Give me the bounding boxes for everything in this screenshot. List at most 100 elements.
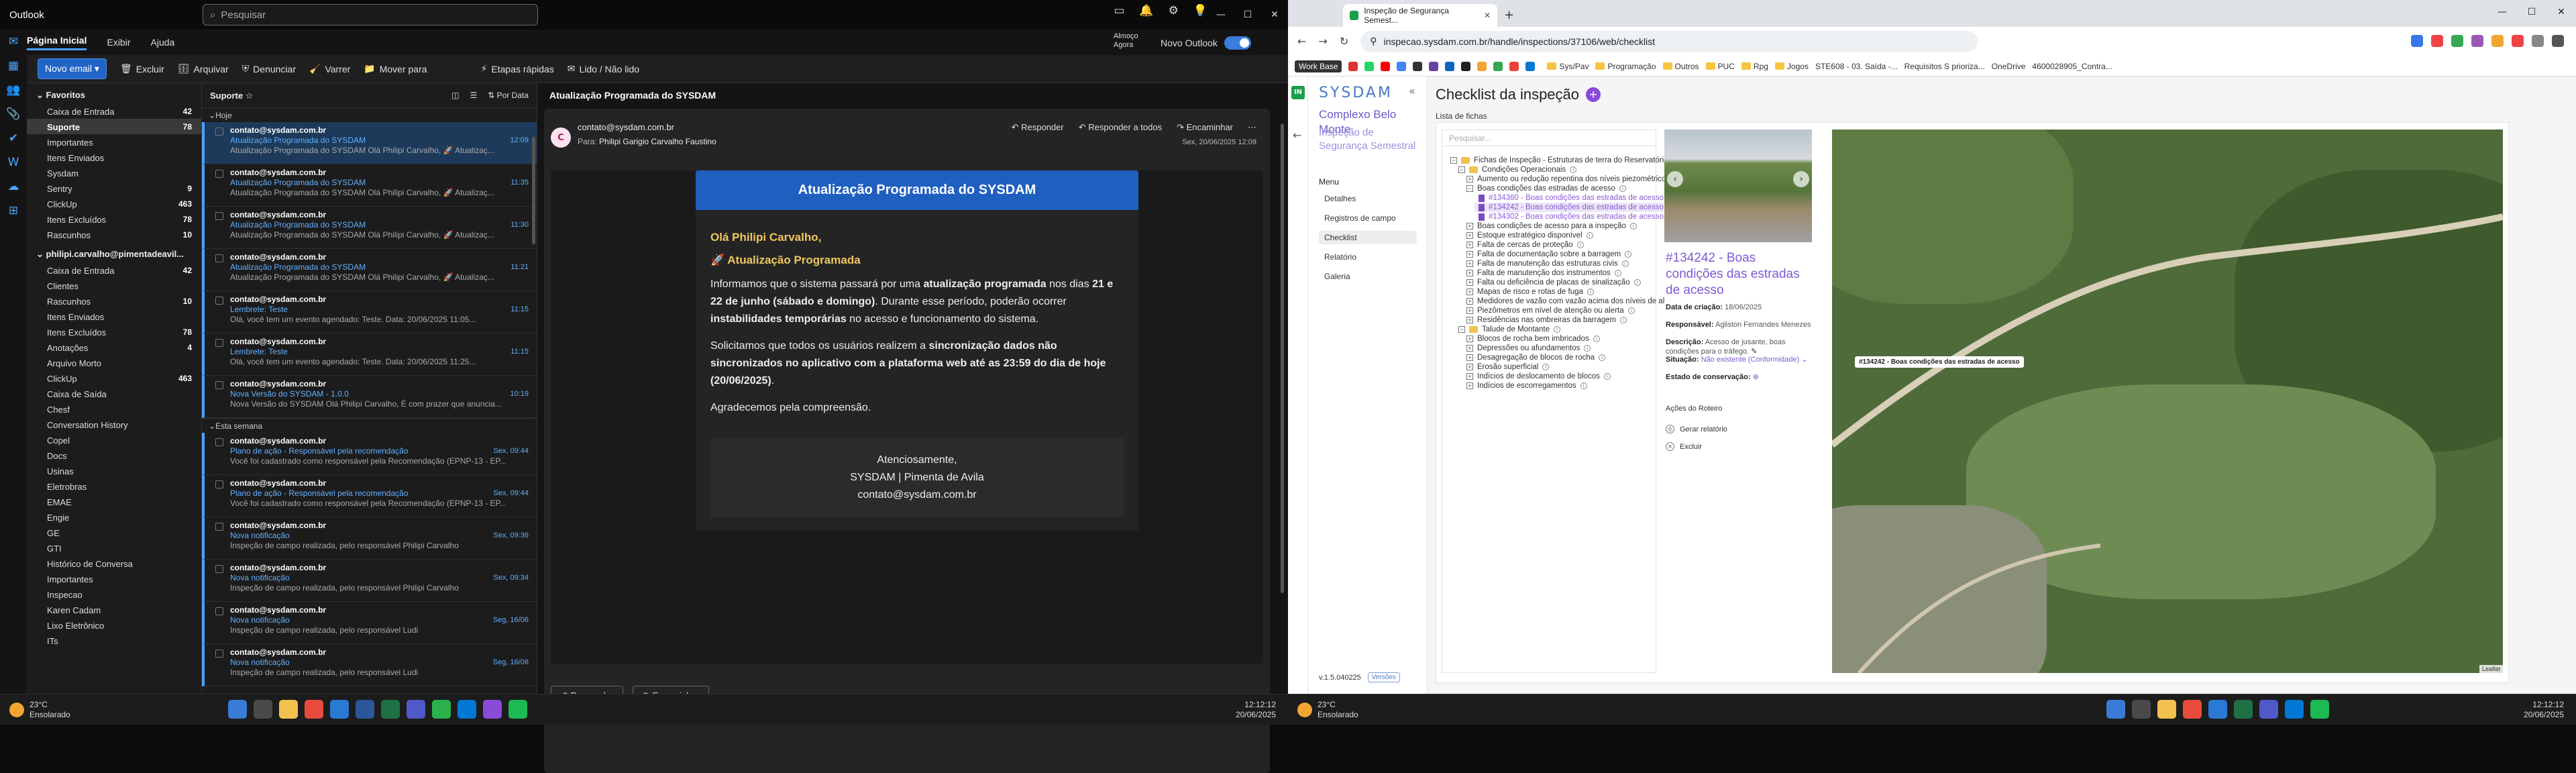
expand-toggle-icon[interactable]: +	[1466, 251, 1473, 258]
tab-help[interactable]: Ajuda	[151, 37, 175, 48]
bookmark-icon[interactable]	[1348, 61, 1358, 71]
expand-toggle-icon[interactable]: +	[1466, 317, 1473, 323]
folder-item[interactable]: Histórico de Conversa	[27, 556, 201, 571]
new-outlook-toggle[interactable]: Novo Outlook	[1161, 36, 1251, 50]
forward-button[interactable]: ↷ Encaminhar	[1177, 122, 1233, 133]
browser-tab[interactable]: Inspeção de Segurança Semest... ✕	[1343, 4, 1497, 27]
inspection-photo[interactable]: ‹ ›	[1664, 130, 1812, 242]
toggle-switch[interactable]	[1224, 36, 1251, 50]
new-tab-icon[interactable]: +	[1504, 9, 1514, 21]
expand-toggle-icon[interactable]: +	[1466, 232, 1473, 239]
bookmark-icon[interactable]	[1397, 61, 1407, 71]
file-explorer-icon[interactable]	[2157, 700, 2176, 719]
versions-button[interactable]: Versões	[1367, 672, 1400, 682]
site-info-icon[interactable]: ⚲	[1370, 37, 1377, 46]
folder-item[interactable]: Karen Cadam	[27, 602, 201, 617]
file-explorer-icon[interactable]	[279, 700, 298, 719]
new-mail-button[interactable]: Novo email ▾	[38, 58, 107, 79]
spotify-icon[interactable]	[2310, 700, 2329, 719]
search-taskbar-icon[interactable]	[2132, 700, 2151, 719]
info-icon[interactable]: i	[1627, 307, 1635, 314]
folder-item[interactable]: Inspecao	[27, 586, 201, 602]
chrome-minimize-icon[interactable]: —	[2487, 0, 2517, 24]
calendar-icon[interactable]: ▦	[0, 54, 27, 78]
bookmark-icon[interactable]	[1461, 61, 1471, 71]
select-checkbox[interactable]	[215, 607, 223, 615]
bookmark-workbase[interactable]: Work Base	[1295, 60, 1342, 72]
favorites-group[interactable]: ⌄ Favoritos	[27, 83, 201, 103]
select-checkbox[interactable]	[215, 297, 223, 305]
bookmark-link[interactable]: Requisitos S prioriza...	[1904, 62, 1985, 71]
expand-toggle-icon[interactable]: −	[1458, 166, 1465, 173]
info-icon[interactable]: i	[1586, 232, 1593, 239]
folder-item[interactable]: Copel	[27, 432, 201, 448]
info-icon[interactable]: i	[1554, 326, 1561, 333]
tree-node[interactable]: + Falta ou deficiência de placas de sinal…	[1466, 278, 1641, 287]
folder-item[interactable]: Engie	[27, 509, 201, 525]
chrome-icon[interactable]	[2183, 700, 2202, 719]
bookmark-icon[interactable]	[1509, 61, 1519, 71]
bookmark-folder[interactable]: Programação	[1595, 62, 1656, 71]
generate-report-button[interactable]: ⎙ Gerar relatório	[1666, 425, 1727, 433]
tree-node[interactable]: + Falta de documentação sobre a barragem i	[1466, 250, 1632, 259]
bookmark-icon[interactable]	[1413, 61, 1423, 71]
expand-toggle-icon[interactable]: +	[1466, 382, 1473, 389]
folder-item[interactable]: Docs	[27, 448, 201, 463]
expand-toggle-icon[interactable]: +	[1466, 242, 1473, 248]
folder-item[interactable]: Clientes	[27, 278, 201, 293]
bookmark-folder[interactable]: Sys/Pav	[1547, 62, 1589, 71]
message-item[interactable]: contato@sysdam.com.br Nova notificação Ins…	[202, 602, 537, 644]
expand-toggle-icon[interactable]: −	[1450, 157, 1457, 164]
tree-node[interactable]: + Boas condições de acesso para a inspeçã…	[1466, 221, 1637, 231]
star-icon[interactable]: ☆	[246, 92, 254, 101]
expand-toggle-icon[interactable]: +	[1466, 364, 1473, 370]
folder-item[interactable]: Suporte 78	[27, 119, 201, 134]
select-checkbox[interactable]	[215, 565, 223, 573]
info-icon[interactable]: i	[1620, 317, 1627, 323]
message-item[interactable]: contato@sysdam.com.br Atualização Program…	[202, 164, 537, 207]
expand-toggle-icon[interactable]: +	[1466, 307, 1473, 314]
tree-node[interactable]: #134242 - Boas condições das estradas de…	[1474, 203, 1664, 212]
message-item[interactable]: contato@sysdam.com.br Nova Versão do SYSD…	[202, 376, 537, 418]
status-indicator[interactable]: Almoço Agora	[1114, 32, 1138, 50]
map-marker-tooltip[interactable]: #134242 - Boas condições das estradas de…	[1855, 356, 2024, 368]
collapse-icon[interactable]: «	[1409, 86, 1415, 97]
folder-item[interactable]: Caixa de Saída	[27, 386, 201, 401]
folder-item[interactable]: Sentry 9	[27, 181, 201, 196]
map-attribution[interactable]: Leaflet	[2479, 665, 2503, 673]
reload-icon[interactable]: ↻	[1340, 36, 1348, 47]
url-input[interactable]: ⚲ inspecao.sysdam.com.br/handle/inspecti…	[1360, 31, 1978, 52]
tree-node[interactable]: − Boas condições das estradas de acesso i	[1466, 184, 1626, 193]
select-icon[interactable]: ◫	[451, 91, 459, 100]
expand-toggle-icon[interactable]: −	[1466, 185, 1473, 192]
close-icon[interactable]: ✕	[1261, 0, 1288, 30]
folder-item[interactable]: Itens Enviados	[27, 150, 201, 165]
tree-node[interactable]: − Condições Operacionais i	[1458, 165, 1577, 174]
info-icon[interactable]: i	[1584, 345, 1591, 352]
menu-item[interactable]: Galeria	[1319, 270, 1417, 283]
close-tab-icon[interactable]: ✕	[1484, 11, 1491, 19]
folder-item[interactable]: Anotações 4	[27, 340, 201, 355]
weather-widget-right[interactable]: 23°C Ensolarado	[1297, 700, 1358, 720]
folder-item[interactable]: Rascunhos 10	[27, 293, 201, 309]
menu-item[interactable]: Relatório	[1319, 250, 1417, 264]
folder-item[interactable]: Caixa de Entrada 42	[27, 262, 201, 278]
onedrive-icon[interactable]: ☁	[0, 174, 27, 199]
extension-icon[interactable]	[2411, 35, 2423, 47]
minimize-icon[interactable]: —	[1208, 0, 1234, 30]
visual-studio-icon[interactable]	[483, 700, 502, 719]
delete-item-button[interactable]: ✕ Excluir	[1666, 442, 1702, 451]
expand-toggle-icon[interactable]: +	[1466, 270, 1473, 276]
vscode-icon[interactable]	[2285, 700, 2304, 719]
message-item[interactable]: contato@sysdam.com.br Lembrete: Teste Olá,…	[202, 333, 537, 376]
select-checkbox[interactable]	[215, 650, 223, 658]
bookmark-folder[interactable]: Jogos	[1775, 62, 1809, 71]
extension-icon[interactable]	[2532, 35, 2544, 47]
mail-icon[interactable]: ✉	[0, 30, 27, 54]
select-checkbox[interactable]	[215, 438, 223, 446]
bookmark-icon[interactable]	[1477, 61, 1487, 71]
chrome-close-icon[interactable]: ✕	[2546, 0, 2576, 24]
message-item[interactable]: contato@sysdam.com.br Atualização Program…	[202, 249, 537, 291]
message-item[interactable]: contato@sysdam.com.br Nova notificação Ins…	[202, 644, 537, 686]
folder-item[interactable]: Usinas	[27, 463, 201, 478]
